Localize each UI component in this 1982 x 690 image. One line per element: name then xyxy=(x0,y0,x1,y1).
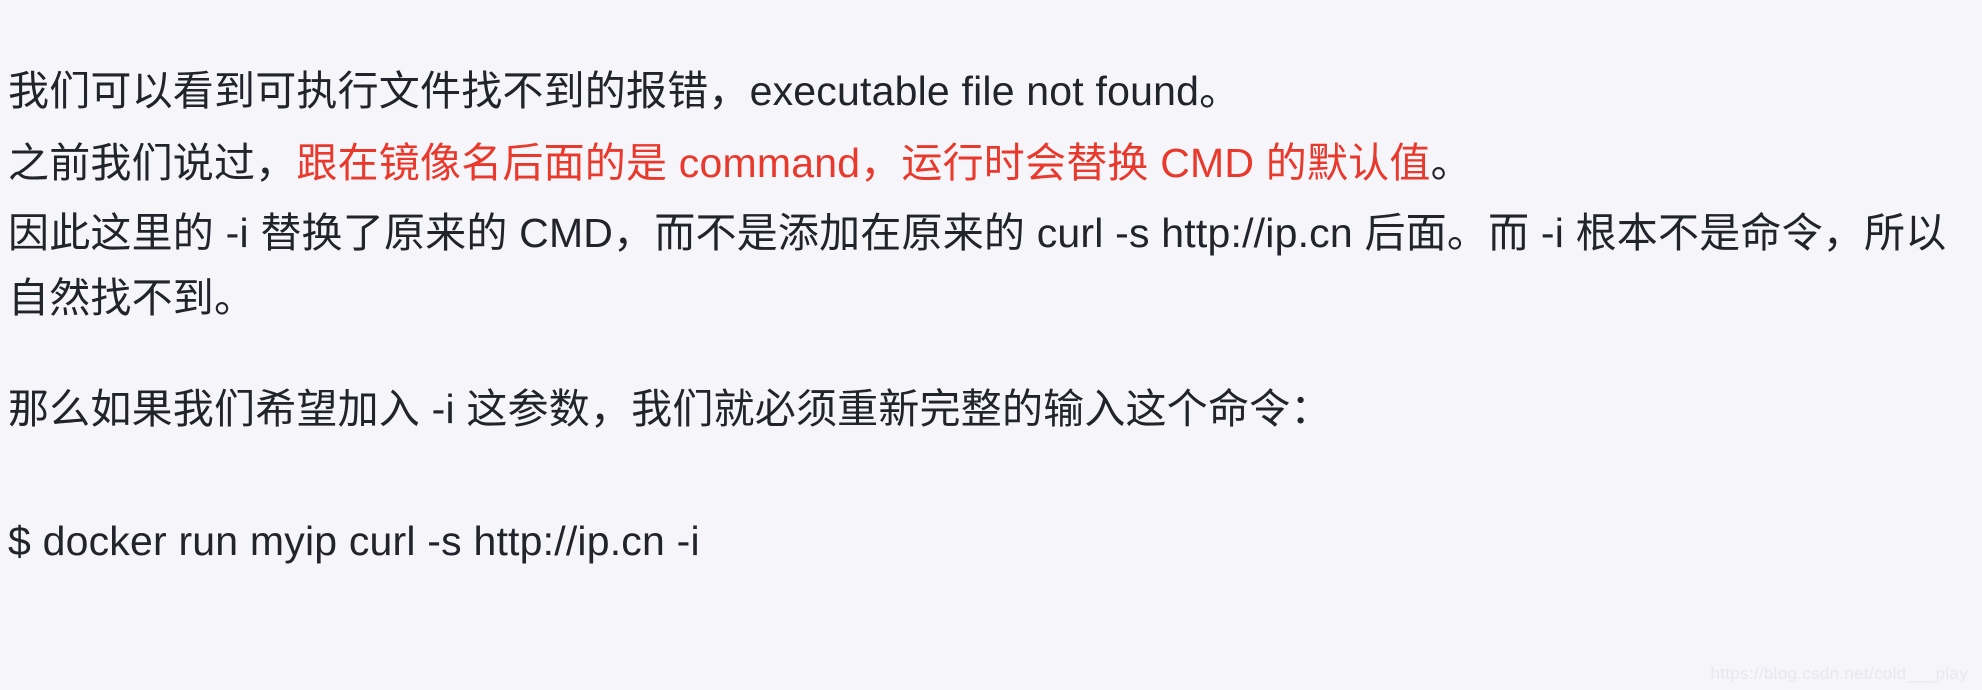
paragraph-command-note: 之前我们说过，跟在镜像名后面的是 command，运行时会替换 CMD 的默认值… xyxy=(8,131,1968,196)
paragraph-command-note-suffix: 。 xyxy=(1430,140,1472,186)
paragraph-explanation: 因此这里的 -i 替换了原来的 CMD，而不是添加在原来的 curl -s ht… xyxy=(8,210,1947,321)
watermark: https://blog.csdn.net/cold___play xyxy=(1710,664,1968,683)
article-page: 我们可以看到可执行文件找不到的报错，executable file not fo… xyxy=(0,0,1982,690)
paragraph-command-note-highlight: 跟在镜像名后面的是 command，运行时会替换 CMD 的默认值 xyxy=(296,140,1431,186)
paragraph-command-note-prefix: 之前我们说过， xyxy=(8,140,297,186)
paragraph-error-message: 我们可以看到可执行文件找不到的报错，executable file not fo… xyxy=(8,68,1241,114)
command-line-example: $ docker run myip curl -s http://ip.cn -… xyxy=(8,518,700,564)
paragraph-instruction: 那么如果我们希望加入 -i 这参数，我们就必须重新完整的输入这个命令： xyxy=(8,386,1332,432)
